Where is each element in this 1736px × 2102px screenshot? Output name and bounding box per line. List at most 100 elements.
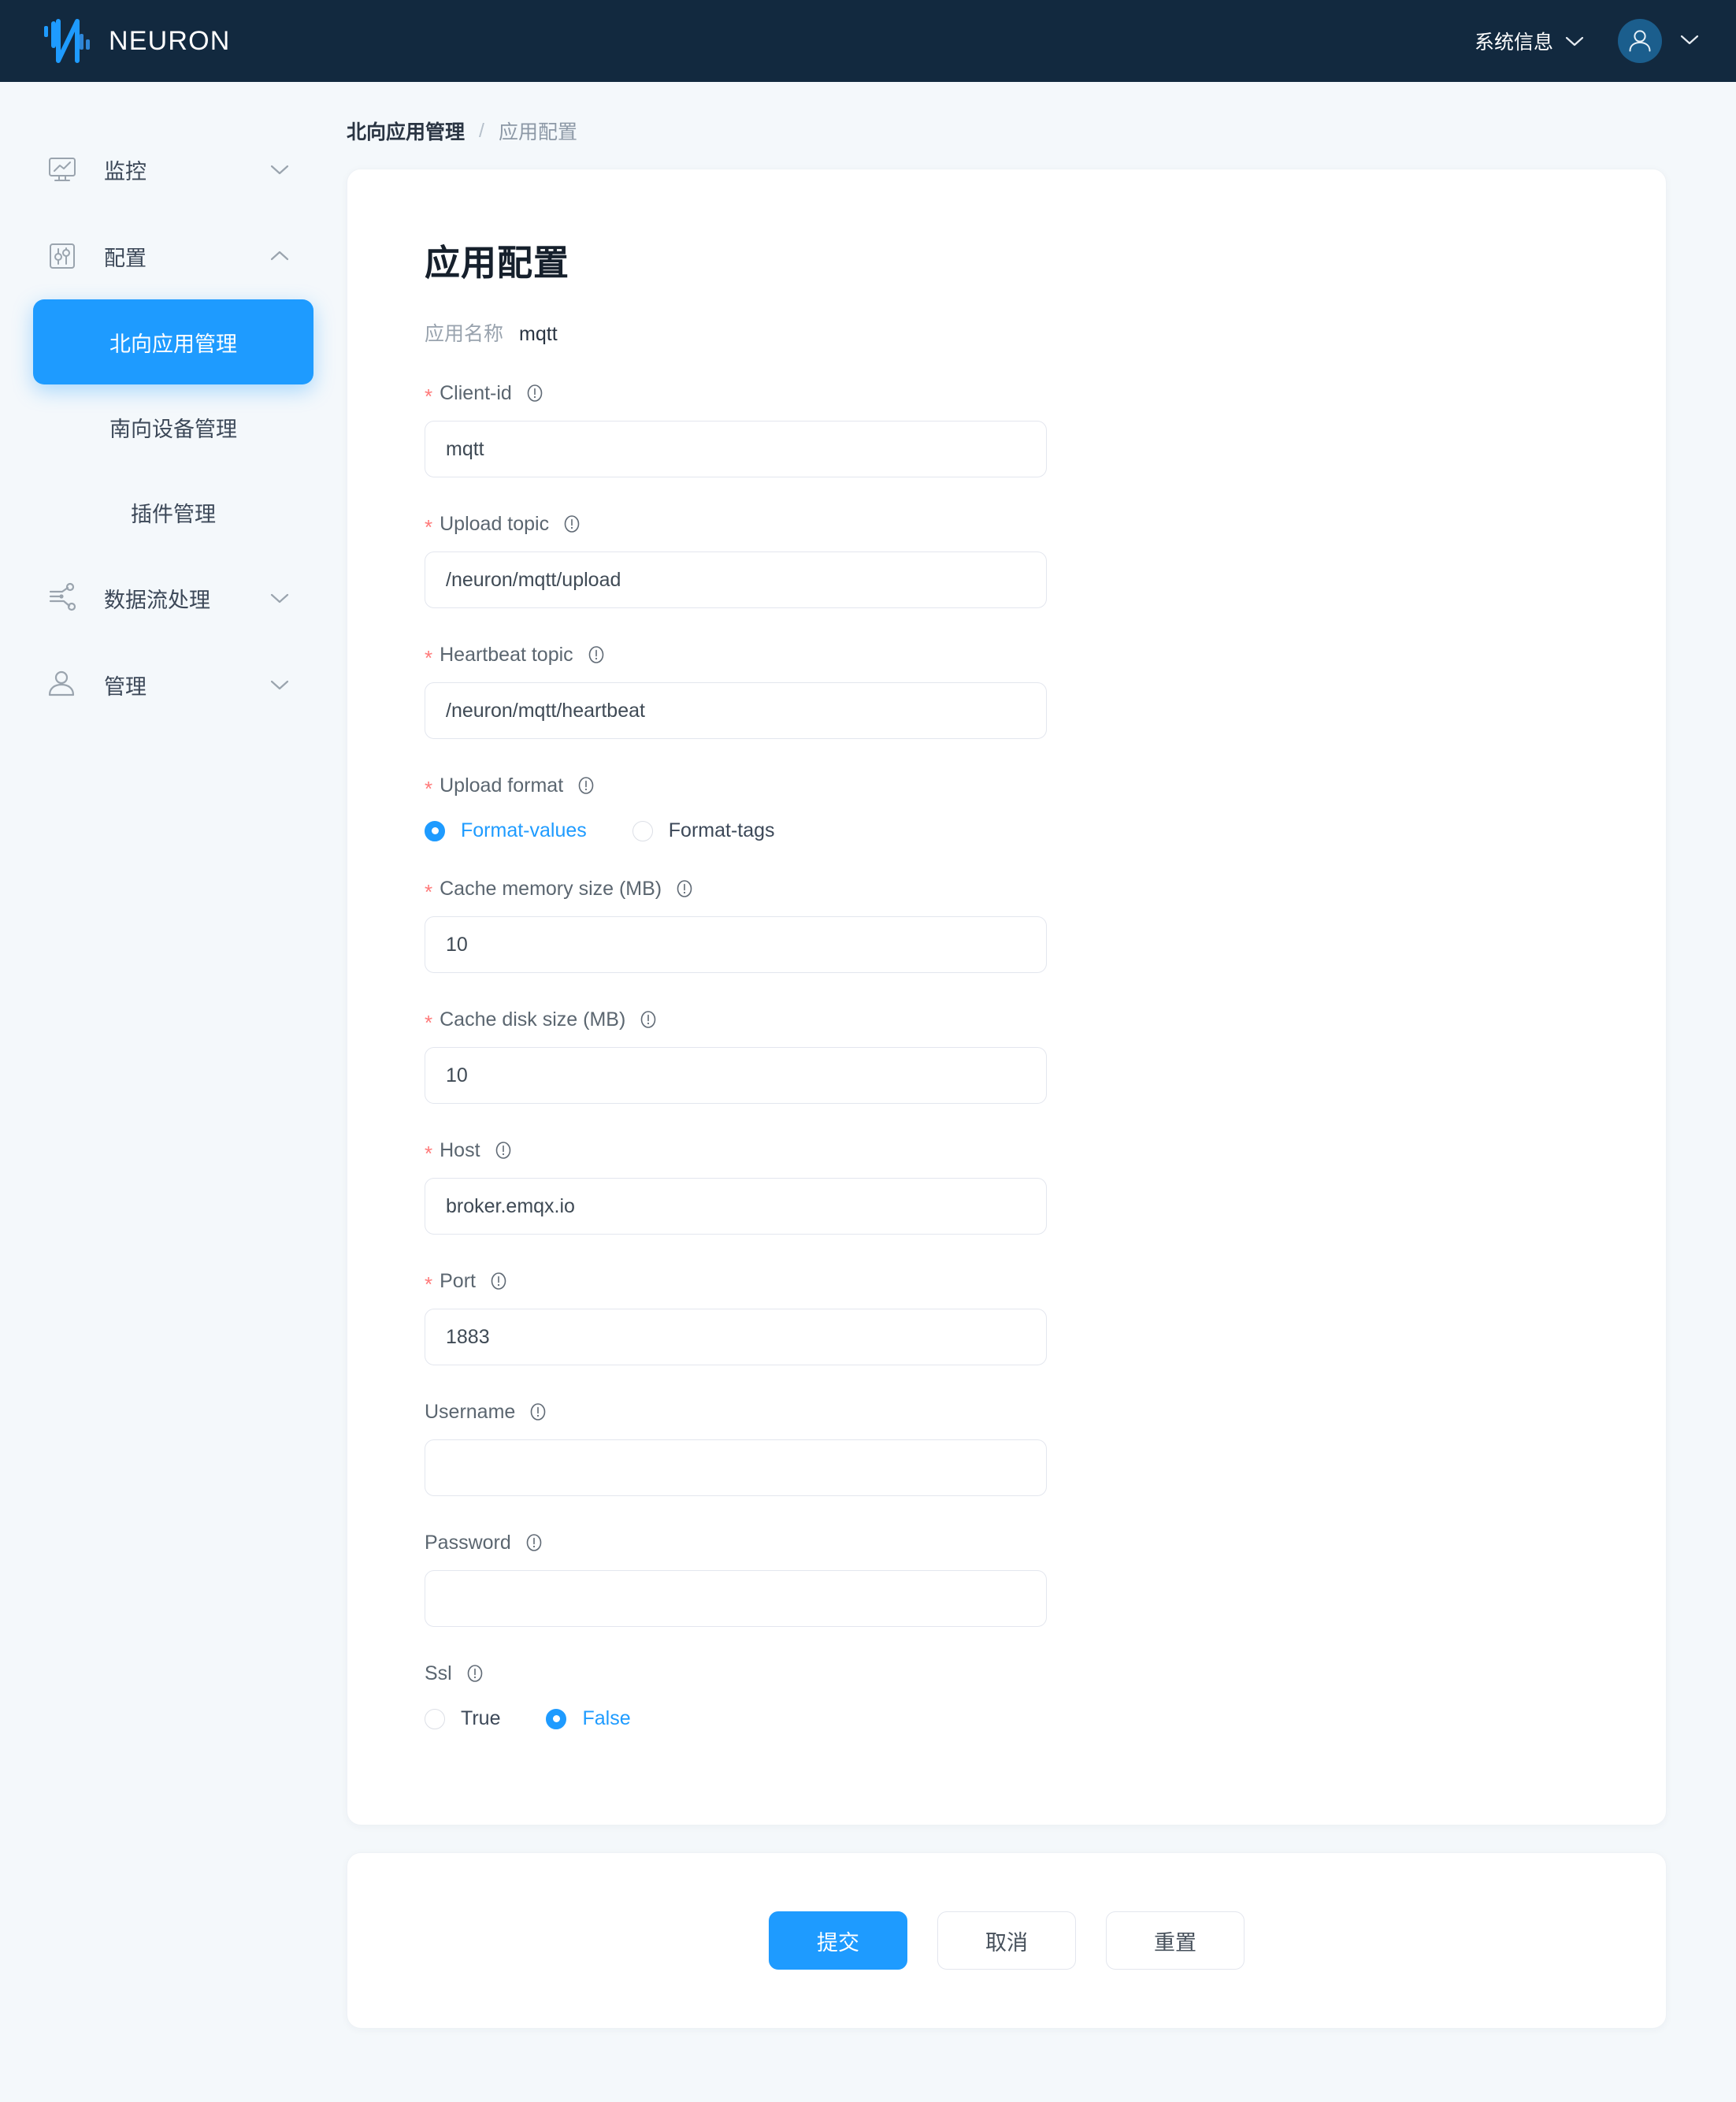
radio-option-upload_format-1[interactable]: Format-tags: [632, 819, 775, 842]
field-label-client_id: * Client-id: [425, 381, 1619, 407]
chevron-down-icon: [269, 592, 290, 604]
radio-option-ssl-1[interactable]: False: [546, 1707, 631, 1730]
sidebar-nav: 监控 配置 北向应用管理 南向设备管理 插件管理 数据流处理 管理: [0, 82, 347, 2102]
brand-block[interactable]: NEURON: [43, 18, 231, 64]
input-upload_topic[interactable]: [425, 551, 1047, 608]
sidebar-group-config: 配置 北向应用管理 南向设备管理 插件管理: [0, 213, 347, 555]
field-cache_memory_size: * Cache memory size (MB): [425, 878, 1619, 973]
field-upload_format: * Upload format Format-values Format-tags: [425, 775, 1619, 842]
breadcrumb-parent-link[interactable]: 北向应用管理: [347, 117, 465, 145]
required-marker: *: [425, 1272, 433, 1296]
input-host[interactable]: [425, 1178, 1047, 1235]
required-marker: *: [425, 1011, 433, 1034]
field-label-text: Upload format: [440, 774, 564, 797]
info-circle-icon[interactable]: [493, 1140, 514, 1161]
info-circle-icon[interactable]: [562, 514, 582, 534]
sidebar-item-label: 管理: [104, 674, 147, 699]
user-avatar-icon: [1618, 19, 1662, 63]
radio-option-label: False: [582, 1707, 631, 1729]
field-label-text: Password: [425, 1531, 511, 1554]
chevron-down-icon: [269, 163, 290, 176]
field-label-text: Cache memory size (MB): [440, 877, 662, 900]
info-circle-icon[interactable]: [524, 1532, 544, 1553]
field-password: Password: [425, 1532, 1619, 1627]
chevron-down-icon: [269, 678, 290, 691]
radio-option-label: Format-tags: [668, 819, 775, 841]
required-marker: *: [425, 646, 433, 670]
field-label-text: Client-id: [440, 381, 512, 404]
field-port: * Port: [425, 1271, 1619, 1365]
field-label-text: Host: [440, 1138, 480, 1161]
breadcrumb: 北向应用管理 / 应用配置: [347, 82, 1667, 169]
main-content: 北向应用管理 / 应用配置 应用配置 应用名称 mqtt *Client-id*…: [347, 82, 1736, 2029]
field-label-cache_disk_size: * Cache disk size (MB): [425, 1009, 1619, 1034]
monitor-chart-icon: [44, 151, 80, 188]
app-name-value: mqtt: [519, 323, 558, 345]
brand-name: NEURON: [109, 25, 231, 56]
info-circle-icon[interactable]: [638, 1009, 658, 1030]
sidebar-subitem-label: 北向应用管理: [109, 332, 237, 356]
radio-group-ssl: True False: [425, 1707, 1619, 1730]
cancel-button[interactable]: 取消: [937, 1911, 1076, 1970]
field-label-text: Username: [425, 1400, 516, 1423]
sidebar-item-monitor[interactable]: 监控: [0, 126, 347, 213]
field-label-text: Upload topic: [440, 512, 550, 535]
field-label-port: * Port: [425, 1269, 1619, 1296]
radio-group-upload_format: Format-values Format-tags: [425, 819, 1619, 842]
field-label-text: Port: [440, 1269, 476, 1292]
radio-option-upload_format-0[interactable]: Format-values: [425, 819, 587, 842]
sidebar-item-plugin-management[interactable]: 插件管理: [33, 470, 313, 555]
input-client_id[interactable]: [425, 421, 1047, 477]
field-label-heartbeat_topic: * Heartbeat topic: [425, 643, 1619, 670]
neuron-logo-icon: [43, 18, 91, 64]
radio-option-ssl-0[interactable]: True: [425, 1707, 500, 1730]
input-username[interactable]: [425, 1439, 1047, 1496]
sidebar-item-config[interactable]: 配置: [0, 213, 347, 299]
submit-button[interactable]: 提交: [769, 1911, 907, 1970]
sidebar-group-monitor: 监控: [0, 126, 347, 213]
field-client_id: * Client-id: [425, 383, 1619, 477]
system-info-label: 系统信息: [1474, 32, 1553, 54]
info-circle-icon[interactable]: [586, 644, 606, 665]
field-label-cache_memory_size: * Cache memory size (MB): [425, 877, 1619, 904]
sidebar-item-north-app-management[interactable]: 北向应用管理: [33, 299, 313, 384]
info-circle-icon[interactable]: [488, 1271, 509, 1291]
system-info-menu[interactable]: 系统信息: [1474, 27, 1585, 55]
user-person-icon: [44, 667, 80, 703]
sidebar-item-admin[interactable]: 管理: [0, 641, 347, 728]
app-name-row: 应用名称 mqtt: [425, 318, 1619, 347]
radio-unselected-icon: [632, 820, 653, 841]
radio-option-label: True: [461, 1707, 501, 1729]
info-circle-icon[interactable]: [674, 878, 695, 899]
info-circle-icon[interactable]: [528, 1402, 548, 1422]
sidebar-item-dataflow[interactable]: 数据流处理: [0, 555, 347, 641]
input-port[interactable]: [425, 1309, 1047, 1365]
info-circle-icon[interactable]: [525, 383, 545, 403]
input-heartbeat_topic[interactable]: [425, 682, 1047, 739]
field-host: * Host: [425, 1140, 1619, 1235]
sidebar-item-south-device-management[interactable]: 南向设备管理: [33, 384, 313, 470]
required-marker: *: [425, 880, 433, 904]
radio-selected-icon: [425, 820, 445, 841]
field-label-host: * Host: [425, 1138, 1619, 1164]
input-cache_disk_size[interactable]: [425, 1047, 1047, 1104]
user-menu[interactable]: [1618, 19, 1700, 63]
field-label-upload_topic: * Upload topic: [425, 512, 1619, 537]
info-circle-icon[interactable]: [576, 775, 596, 796]
info-circle-icon[interactable]: [465, 1663, 485, 1684]
field-label-text: Heartbeat topic: [440, 643, 573, 666]
radio-option-label: Format-values: [461, 819, 587, 841]
radio-unselected-icon: [425, 1708, 445, 1729]
input-cache_memory_size[interactable]: [425, 916, 1047, 973]
reset-button[interactable]: 重置: [1106, 1911, 1245, 1970]
form-actions-bar: 提交 取消 重置: [347, 1852, 1667, 2029]
sidebar-item-label: 数据流处理: [104, 588, 210, 612]
field-username: Username: [425, 1402, 1619, 1496]
required-marker: *: [425, 384, 433, 408]
sidebar-group-dataflow: 数据流处理: [0, 555, 347, 641]
app-config-form: 应用名称 mqtt * Client-id * Upload topic * Heartb…: [395, 318, 1619, 1730]
input-password[interactable]: [425, 1570, 1047, 1627]
required-marker: *: [425, 777, 433, 800]
field-heartbeat_topic: * Heartbeat topic: [425, 644, 1619, 739]
breadcrumb-separator: /: [479, 119, 484, 142]
